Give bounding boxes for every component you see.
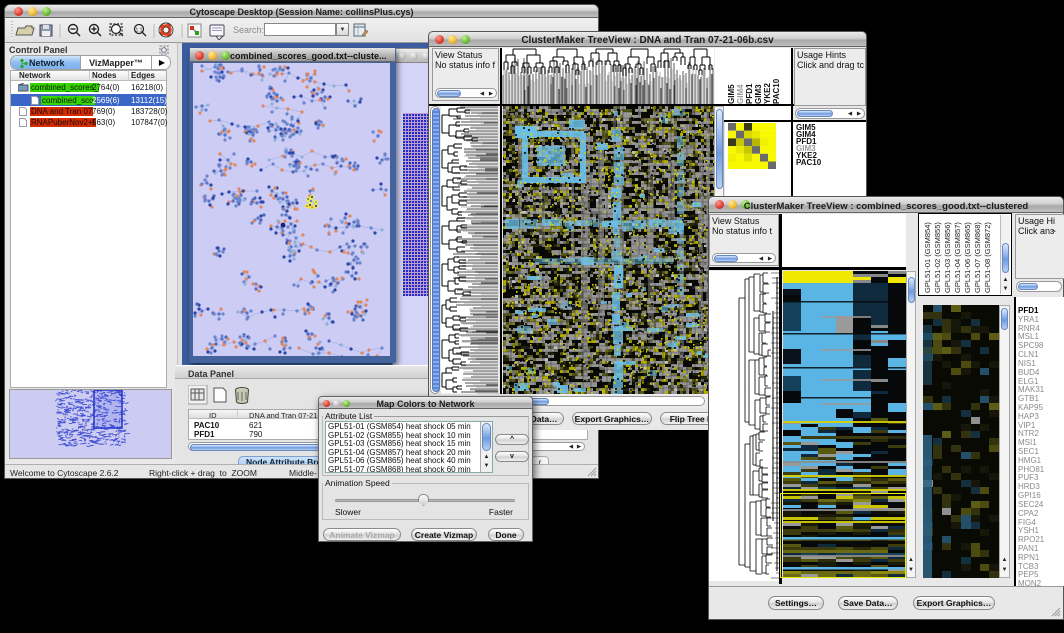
svg-text:1:1: 1:1: [136, 27, 143, 33]
